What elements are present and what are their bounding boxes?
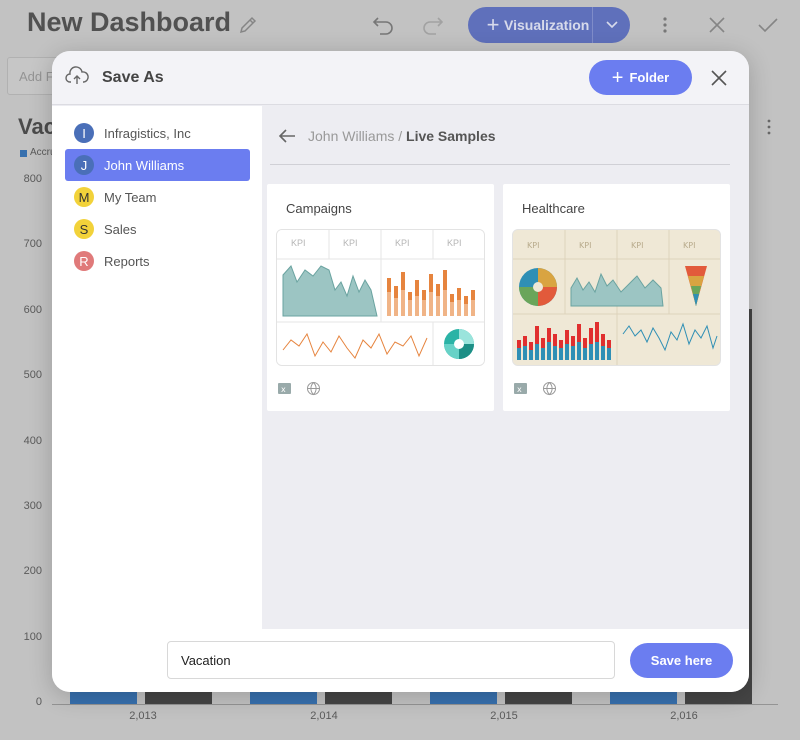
dashboard-card-campaigns[interactable]: Campaigns x [267, 184, 494, 411]
new-folder-button[interactable]: + Folder [589, 60, 692, 95]
dashboard-thumbnail [276, 229, 485, 366]
dialog-footer: Save here [52, 629, 749, 692]
breadcrumb-current: Live Samples [406, 128, 496, 144]
avatar: S [74, 219, 94, 239]
sidebar-item-reports[interactable]: R Reports [65, 245, 250, 277]
dashboard-card-healthcare[interactable]: Healthcare KPI KPI KPI KPI x [503, 184, 730, 411]
svg-text:KPI: KPI [631, 241, 643, 250]
sidebar-item-sales[interactable]: S Sales [65, 213, 250, 245]
sidebar-item-john-williams[interactable]: J John Williams [65, 149, 250, 181]
sidebar-item-label: Infragistics, Inc [104, 125, 191, 141]
excel-icon: x [278, 383, 291, 394]
save-as-dialog: Save As + Folder I Infragistics, Inc J J… [52, 51, 749, 692]
plus-icon: + [611, 66, 624, 89]
divider [270, 164, 730, 165]
avatar: I [74, 123, 94, 143]
kpi-label: KPI [343, 238, 358, 248]
cloud-upload-icon [65, 66, 89, 84]
breadcrumb-parent[interactable]: John Williams [308, 128, 394, 144]
location-sidebar: I Infragistics, Inc J John Williams M My… [52, 106, 262, 629]
back-arrow-icon[interactable] [277, 126, 297, 146]
dashboard-thumbnail: KPI KPI KPI KPI [512, 229, 721, 366]
web-icon [543, 382, 556, 396]
sidebar-item-label: John Williams [104, 157, 185, 173]
kpi-label: KPI [291, 238, 306, 248]
avatar: M [74, 187, 94, 207]
card-title: Healthcare [522, 201, 585, 216]
kpi-label: KPI [395, 238, 410, 248]
sidebar-item-my-team[interactable]: M My Team [65, 181, 250, 213]
dashboard-name-input[interactable] [167, 641, 615, 679]
svg-text:x: x [517, 385, 522, 394]
svg-text:KPI: KPI [579, 241, 591, 250]
excel-icon: x [514, 383, 527, 394]
campaigns-thumbnail-graphic [277, 230, 484, 365]
svg-text:KPI: KPI [683, 241, 695, 250]
folder-button-label: Folder [629, 70, 670, 85]
close-icon[interactable] [709, 68, 729, 88]
sidebar-item-label: My Team [104, 189, 157, 205]
save-here-button[interactable]: Save here [630, 643, 733, 678]
sidebar-item-infragistics[interactable]: I Infragistics, Inc [65, 117, 250, 149]
svg-text:KPI: KPI [527, 241, 539, 250]
dialog-header: Save As + Folder [52, 51, 749, 105]
breadcrumb: John Williams / Live Samples [308, 128, 496, 144]
svg-text:x: x [281, 385, 286, 394]
avatar: J [74, 155, 94, 175]
web-icon [307, 382, 320, 396]
sidebar-item-label: Reports [104, 253, 150, 269]
healthcare-thumbnail-graphic: KPI KPI KPI KPI [513, 230, 720, 365]
dialog-title: Save As [102, 69, 164, 86]
avatar: R [74, 251, 94, 271]
sidebar-item-label: Sales [104, 221, 137, 237]
folder-content: John Williams / Live Samples Campaigns x… [262, 106, 749, 629]
kpi-label: KPI [447, 238, 462, 248]
card-title: Campaigns [286, 201, 352, 216]
breadcrumb-separator: / [398, 128, 403, 144]
